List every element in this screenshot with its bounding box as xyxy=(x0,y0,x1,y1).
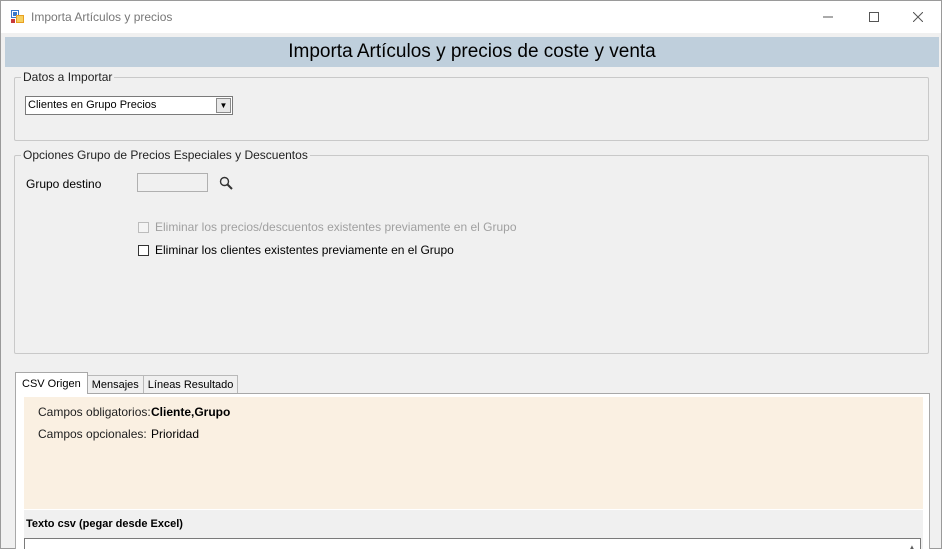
eliminar-clientes-checkbox[interactable]: Eliminar los clientes existentes previam… xyxy=(138,243,454,257)
datos-importar-select[interactable]: Clientes en Grupo Precios ▼ xyxy=(25,96,233,115)
datos-importar-selected: Clientes en Grupo Precios xyxy=(28,99,157,111)
eliminar-precios-label: Eliminar los precios/descuentos existent… xyxy=(155,220,517,234)
chevron-down-icon[interactable]: ▼ xyxy=(216,98,231,113)
tab-bar: CSV Origen Mensajes Líneas Resultado xyxy=(15,372,239,394)
campos-opcionales-value: Prioridad xyxy=(151,427,200,441)
grupo-destino-input[interactable] xyxy=(137,173,208,192)
datos-importar-legend: Datos a Importar xyxy=(23,70,113,84)
checkbox-box[interactable] xyxy=(138,244,149,256)
eliminar-clientes-label: Eliminar los clientes existentes previam… xyxy=(155,243,454,257)
title-bar: Importa Artículos y precios xyxy=(1,1,941,33)
maximize-button[interactable] xyxy=(851,1,897,33)
page-title: Importa Artículos y precios de coste y v… xyxy=(5,37,939,67)
texto-csv-label: Texto csv (pegar desde Excel) xyxy=(26,518,183,530)
campos-opcionales-label: Campos opcionales: xyxy=(38,427,147,441)
eliminar-precios-checkbox[interactable]: Eliminar los precios/descuentos existent… xyxy=(138,220,517,234)
checkbox-box[interactable] xyxy=(138,221,149,233)
campos-obligatorios-label: Campos obligatorios: xyxy=(38,405,151,419)
grupo-destino-label: Grupo destino xyxy=(26,177,102,191)
maximize-icon xyxy=(869,12,879,22)
tab-mensajes[interactable]: Mensajes xyxy=(86,375,144,394)
app-icon xyxy=(11,10,24,23)
tab-csv-origen[interactable]: CSV Origen xyxy=(15,372,88,394)
minimize-icon xyxy=(823,16,833,18)
window-title: Importa Artículos y precios xyxy=(31,10,173,24)
close-icon xyxy=(913,12,923,22)
opciones-grupo-legend: Opciones Grupo de Precios Especiales y D… xyxy=(23,148,308,162)
tab-lineas-resultado[interactable]: Líneas Resultado xyxy=(142,375,239,394)
minimize-button[interactable] xyxy=(805,1,851,33)
scroll-up-icon[interactable]: ▲ xyxy=(906,541,918,549)
search-icon[interactable] xyxy=(219,176,233,190)
main-window: Importa Artículos y precios Importa Artí… xyxy=(0,0,942,549)
campos-obligatorios-value: Cliente,Grupo xyxy=(151,405,231,419)
texto-csv-textarea[interactable]: ▲ xyxy=(24,538,921,549)
close-button[interactable] xyxy=(895,1,941,33)
